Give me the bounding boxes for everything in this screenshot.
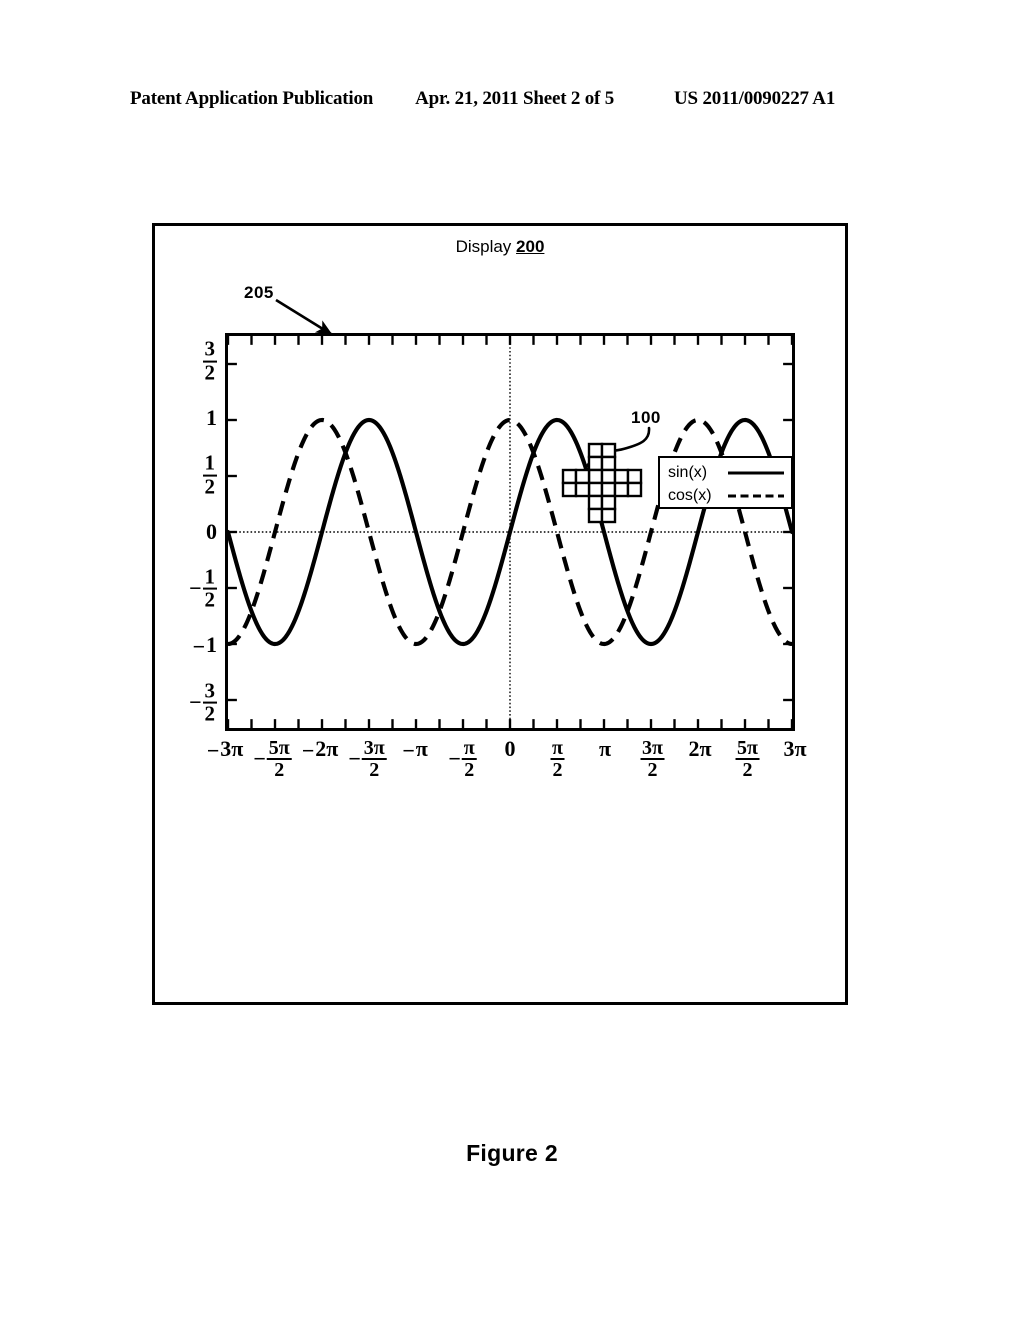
y-tick-label: −1 2 — [188, 564, 217, 612]
y-tick-label: 1 — [206, 405, 217, 431]
figure-caption: Figure 2 — [466, 1140, 558, 1166]
patent-header: Patent Application Publication Apr. 21, … — [130, 88, 896, 114]
legend-label-sin: sin(x) — [668, 463, 708, 481]
legend-row: cos(x) — [668, 484, 785, 507]
y-axis-labels: 3 2 1 1 2 0 −1 2 −1 −3 2 — [155, 333, 217, 731]
figure-outer-frame: Display 200 205 sin(x) cos(x) 100 3 2 1 … — [152, 223, 848, 1005]
x-tick-label: 2π — [688, 736, 712, 761]
x-tick-label: 5π 2 — [735, 737, 760, 782]
header-publication-label: Patent Application Publication — [130, 88, 374, 109]
x-tick-label: −2π — [301, 736, 339, 763]
display-title-text: Display — [455, 237, 512, 256]
x-tick-label: −π — [402, 736, 428, 763]
callout-100-label: 100 — [631, 408, 661, 427]
legend-sample-dashed-icon — [728, 494, 784, 497]
header-patent-number: US 2011/0090227 A1 — [674, 88, 836, 109]
x-axis-labels: −3π −5π 2 −2π −3π 2 −π − π 2 0 π 2 π 3π 2 2π 5π 2 3π — [207, 736, 807, 808]
x-tick-label: 3π 2 — [640, 737, 665, 782]
x-tick-label: −5π 2 — [253, 737, 292, 782]
plot-area: sin(x) cos(x) 100 — [225, 333, 795, 731]
callout-205-label: 205 — [244, 283, 274, 302]
x-tick-label: 3π — [783, 736, 807, 761]
legend-sample-solid-icon — [728, 471, 784, 474]
legend-row: sin(x) — [668, 461, 785, 484]
legend-box: sin(x) cos(x) — [658, 456, 793, 509]
y-tick-label: −3 2 — [188, 678, 217, 726]
display-reference-number: 200 — [516, 237, 545, 256]
x-tick-label: − π 2 — [448, 737, 477, 782]
legend-label-cos: cos(x) — [668, 486, 712, 504]
y-tick-label: 0 — [206, 519, 217, 544]
x-tick-label: −3π 2 — [348, 737, 387, 782]
x-tick-label: π2 — [550, 737, 565, 782]
x-tick-label: π — [598, 736, 612, 761]
y-tick-label: 12 — [202, 450, 217, 499]
header-date-sheet: Apr. 21, 2011 Sheet 2 of 5 — [415, 88, 615, 109]
display-title: Display 200 — [155, 237, 845, 257]
x-tick-label: −3π — [206, 736, 244, 763]
y-tick-label: 32 — [202, 337, 217, 385]
x-tick-label: 0 — [504, 736, 516, 761]
plot-svg — [228, 336, 792, 728]
y-tick-label: −1 — [192, 631, 217, 659]
